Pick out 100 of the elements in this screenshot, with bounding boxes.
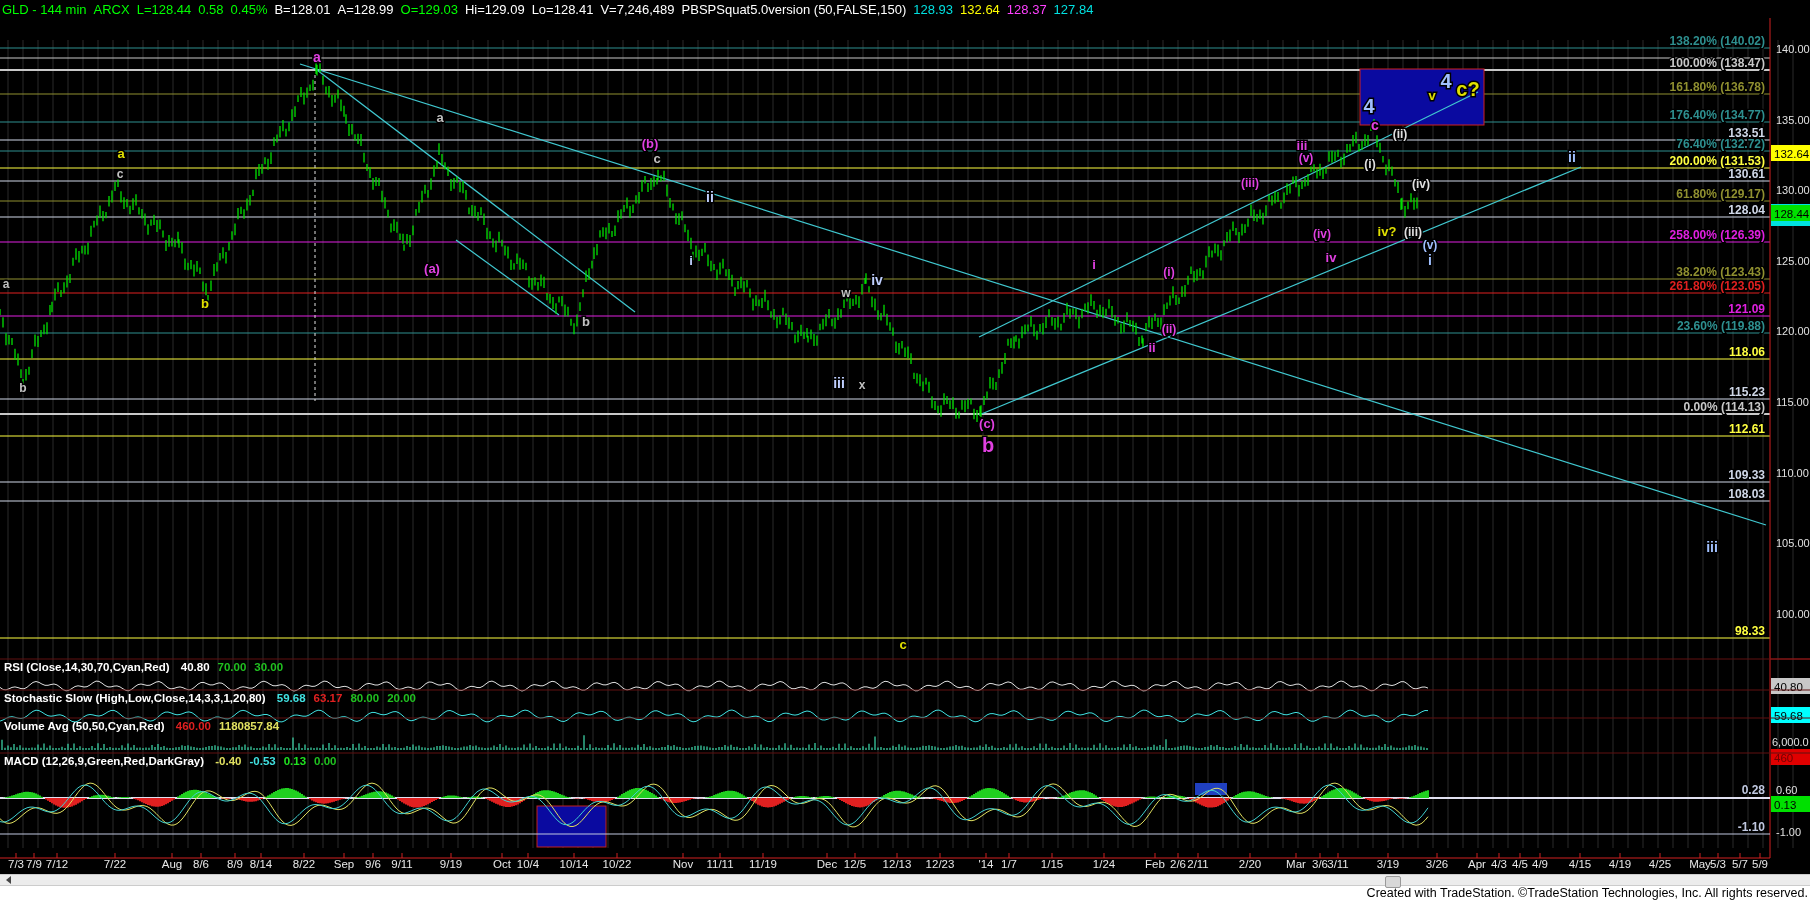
date-tick: 5/7 xyxy=(1732,858,1748,870)
level-label: 200.00% (131.53) xyxy=(1669,154,1765,168)
price-tick: 140.00 xyxy=(1776,43,1810,55)
wave-label: ii xyxy=(1568,149,1576,165)
price-tick: 130.00 xyxy=(1776,184,1810,197)
quote-field: Hi=129.09 xyxy=(465,1,525,17)
date-tick: 4/9 xyxy=(1532,858,1548,870)
wave-label: x xyxy=(858,378,866,392)
date-tick: 4/19 xyxy=(1608,858,1632,870)
wave-label: iii xyxy=(833,375,845,391)
indicator-value: 1180857.84 xyxy=(219,720,280,732)
indicator-value: -0.40 xyxy=(215,755,242,767)
price-tick: 105.00 xyxy=(1776,537,1810,550)
indicator-value: 460.00 xyxy=(175,720,211,732)
level-label: 100.00% (138.47) xyxy=(1669,56,1765,70)
wave-label: (c) xyxy=(979,416,995,431)
quote-field: 132.64 xyxy=(960,1,1000,17)
date-tick: 12/5 xyxy=(843,858,867,870)
highlight-box xyxy=(536,805,607,848)
wave-label: iv xyxy=(1325,250,1337,265)
level-label: 118.06 xyxy=(1728,345,1765,359)
indicator-value: 70.00 xyxy=(217,661,247,673)
date-tick: 9/6 xyxy=(365,858,381,870)
price-tick: 100.00 xyxy=(1776,607,1810,620)
date-tick: 1/24 xyxy=(1092,858,1116,870)
indicator-value: 0.00 xyxy=(314,755,337,767)
wave-label: (iv) xyxy=(1412,177,1430,191)
wave-label: b xyxy=(201,296,209,311)
wave-label: (b) xyxy=(641,136,659,151)
wave-label: (v) xyxy=(1422,238,1438,252)
wave-label: c? xyxy=(1456,78,1480,100)
quote-field: 128.37 xyxy=(1006,1,1047,17)
wave-label: b xyxy=(19,381,27,395)
indicator-value: -0.53 xyxy=(249,755,276,767)
date-tick: 12/13 xyxy=(882,858,912,870)
wave-label: (ii) xyxy=(1161,322,1177,336)
volume-tick: 6,000.0 xyxy=(1772,736,1809,748)
left-arrow-icon[interactable] xyxy=(4,875,14,885)
quote-field: 128.93 xyxy=(913,1,954,17)
date-tick: 8/22 xyxy=(292,858,316,870)
date-tick: 10/22 xyxy=(602,858,632,870)
level-label: 61.80% (129.17) xyxy=(1676,187,1765,201)
level-label: 258.00% (126.39) xyxy=(1669,228,1765,242)
date-tick: 11/11 xyxy=(706,858,734,870)
indicator-title: MACD (12,26,9,Green,Red,DarkGray) xyxy=(4,755,205,767)
date-tick: Dec xyxy=(816,858,838,870)
wave-label: (iii) xyxy=(1241,176,1259,190)
wave-label: a xyxy=(313,49,321,65)
date-tick: 3/26 xyxy=(1425,858,1449,870)
wave-label: c xyxy=(653,151,661,166)
indicator-value: 0.13 xyxy=(283,755,307,767)
price-badge: 128.44 xyxy=(1771,205,1810,221)
date-tick: 5/9 xyxy=(1752,858,1768,870)
wave-label: a xyxy=(436,110,444,125)
wave-label: (iv) xyxy=(1313,227,1331,241)
wave-label: ii xyxy=(1148,340,1156,355)
level-label: 108.03 xyxy=(1728,487,1765,501)
wave-label: c xyxy=(899,637,907,652)
date-tick: 8/9 xyxy=(227,858,243,870)
date-tick: Mar xyxy=(1286,858,1306,870)
date-tick: '14 xyxy=(978,858,994,870)
price-tick: 135.00 xyxy=(1776,113,1810,126)
wave-label: (iii) xyxy=(1404,225,1422,239)
wave-label: iii xyxy=(1296,138,1308,153)
indicator-title: Volume Avg (50,50,Cyan,Red) xyxy=(4,720,165,732)
level-label: 76.40% (132.72) xyxy=(1676,137,1765,151)
wave-label: c xyxy=(116,167,124,181)
wave-label: (v) xyxy=(1298,151,1314,165)
date-tick: 4/3 xyxy=(1491,858,1507,870)
date-tick: 2/6 xyxy=(1170,858,1186,870)
level-label: 133.51 xyxy=(1728,126,1765,140)
date-tick: 4/25 xyxy=(1648,858,1672,870)
date-tick: 8/6 xyxy=(193,858,209,870)
indicator-value: 63.17 xyxy=(313,692,343,704)
date-tick: 9/11 xyxy=(391,858,413,870)
wave-label: c xyxy=(1371,117,1379,133)
date-tick: 8/14 xyxy=(249,858,273,870)
date-tick: 1/7 xyxy=(1001,858,1017,870)
date-tick: 7/12 xyxy=(45,858,69,870)
indicator-value: 80.00 xyxy=(350,692,380,704)
date-tick: 7/3 xyxy=(8,858,24,870)
quote-field: 0.58 xyxy=(198,1,224,17)
level-label: 261.80% (123.05) xyxy=(1669,279,1765,293)
date-tick: 4/15 xyxy=(1568,858,1592,870)
price-tick: 120.00 xyxy=(1776,325,1810,338)
level-label: 161.80% (136.78) xyxy=(1669,80,1765,94)
price-tick: 115.00 xyxy=(1776,396,1809,408)
wave-label: iv xyxy=(871,272,883,288)
scrollbar-thumb[interactable] xyxy=(1385,876,1401,888)
date-tick: Sep xyxy=(333,858,355,870)
wave-label: i xyxy=(689,253,693,268)
date-tick: Oct xyxy=(493,858,511,870)
date-tick: 1/15 xyxy=(1040,858,1064,870)
level-label: 128.04 xyxy=(1728,203,1765,217)
date-tick: Feb xyxy=(1145,858,1165,870)
macd-tick: 0.60 xyxy=(1776,784,1798,796)
wave-label: (ii) xyxy=(1392,127,1408,141)
level-label: 138.20% (140.02) xyxy=(1669,34,1765,48)
scrollbar[interactable] xyxy=(0,874,1810,886)
wave-label: v xyxy=(1428,88,1436,103)
